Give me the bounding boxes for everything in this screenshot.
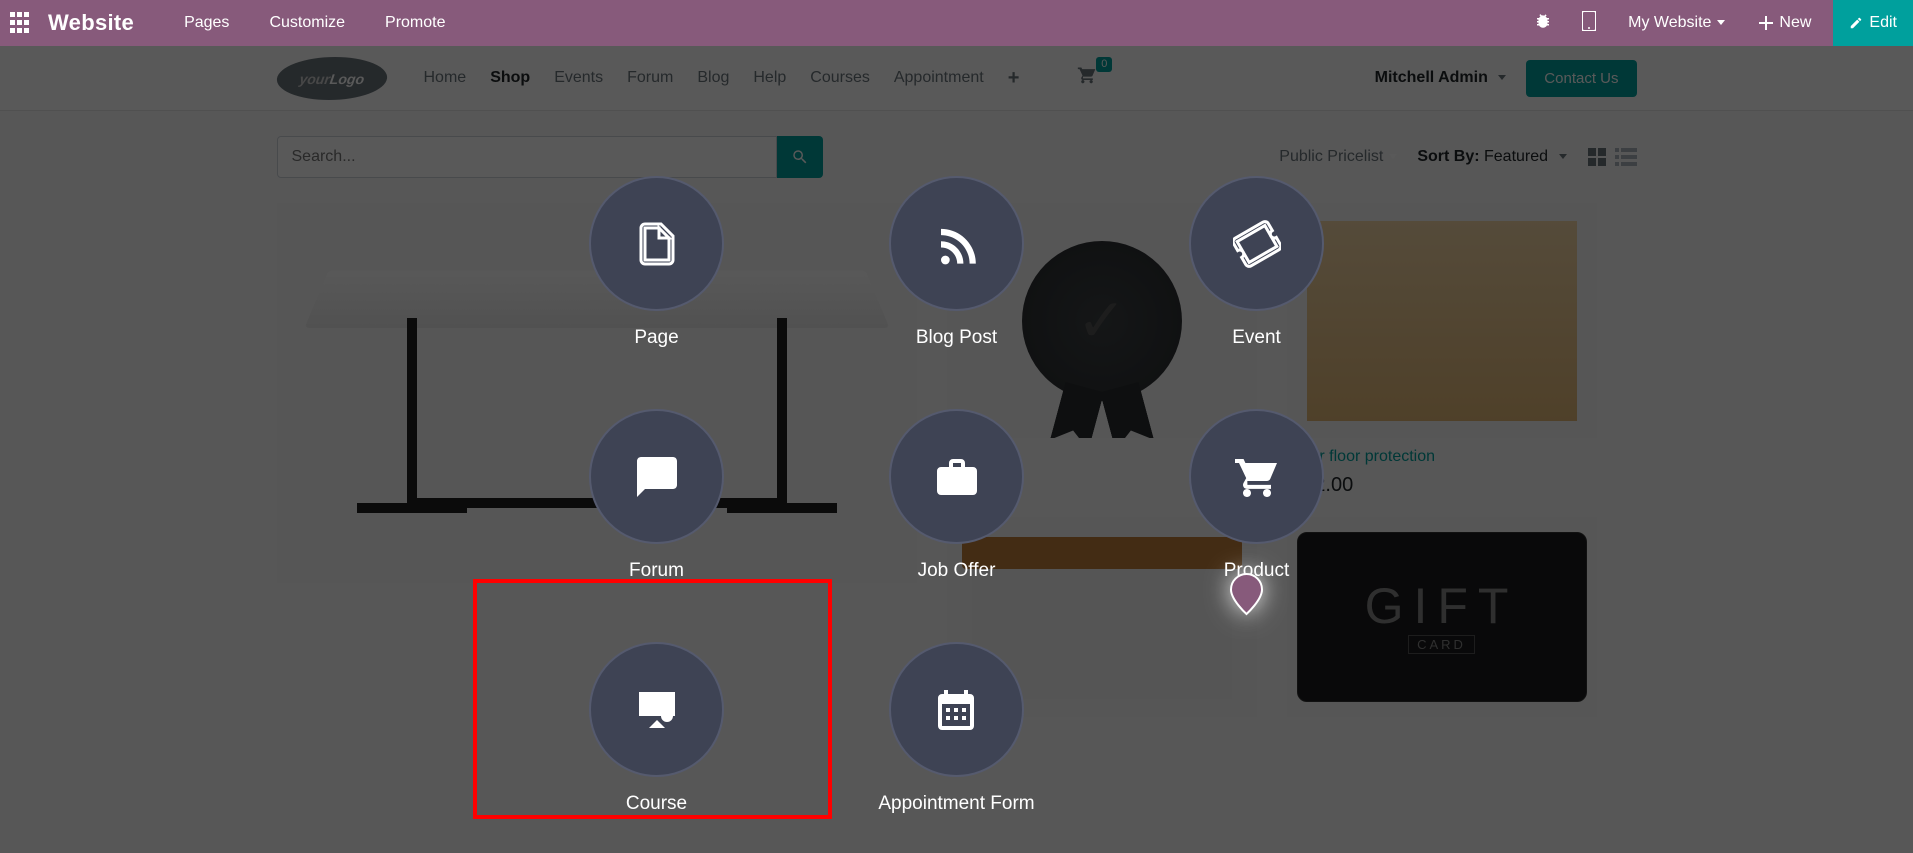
calendar-icon	[932, 686, 980, 734]
new-label: New	[1779, 14, 1811, 32]
new-product[interactable]: Product	[1189, 409, 1324, 582]
menu-promote[interactable]: Promote	[365, 14, 465, 32]
apps-icon[interactable]	[10, 12, 32, 34]
website-selector[interactable]: My Website	[1616, 14, 1737, 32]
mobile-preview-icon[interactable]	[1572, 11, 1606, 36]
overlay-label: Forum	[629, 560, 684, 582]
overlay-label: Product	[1224, 560, 1289, 582]
pencil-icon	[1849, 16, 1863, 30]
edit-button[interactable]: Edit	[1833, 0, 1913, 46]
comment-icon	[633, 453, 681, 501]
app-topbar: Website Pages Customize Promote My Websi…	[0, 0, 1913, 46]
rss-icon	[933, 220, 981, 268]
ticket-icon	[1233, 220, 1281, 268]
new-page[interactable]: Page	[589, 176, 724, 349]
cart-icon	[1233, 453, 1281, 501]
plus-icon	[1759, 16, 1773, 30]
new-blog-post[interactable]: Blog Post	[889, 176, 1024, 349]
new-job-offer[interactable]: Job Offer	[889, 409, 1024, 582]
briefcase-icon	[933, 453, 981, 501]
edit-label: Edit	[1869, 14, 1897, 32]
overlay-label: Job Offer	[918, 560, 996, 582]
debug-icon[interactable]	[1524, 12, 1562, 35]
overlay-label: Course	[626, 793, 687, 815]
new-event[interactable]: Event	[1189, 176, 1324, 349]
new-forum[interactable]: Forum	[589, 409, 724, 582]
file-icon	[633, 220, 681, 268]
menu-customize[interactable]: Customize	[249, 14, 365, 32]
presentation-icon	[633, 686, 681, 734]
app-brand[interactable]: Website	[48, 10, 134, 36]
menu-pages[interactable]: Pages	[164, 14, 249, 32]
new-content-overlay[interactable]: Page Blog Post Event Forum Job Offer Pro…	[0, 46, 1913, 853]
new-appointment-form[interactable]: Appointment Form	[878, 642, 1034, 815]
new-button[interactable]: New	[1747, 14, 1823, 32]
new-course[interactable]: Course	[589, 642, 724, 815]
overlay-label: Appointment Form	[878, 793, 1034, 815]
overlay-label: Blog Post	[916, 327, 997, 349]
overlay-label: Event	[1232, 327, 1281, 349]
overlay-label: Page	[634, 327, 678, 349]
